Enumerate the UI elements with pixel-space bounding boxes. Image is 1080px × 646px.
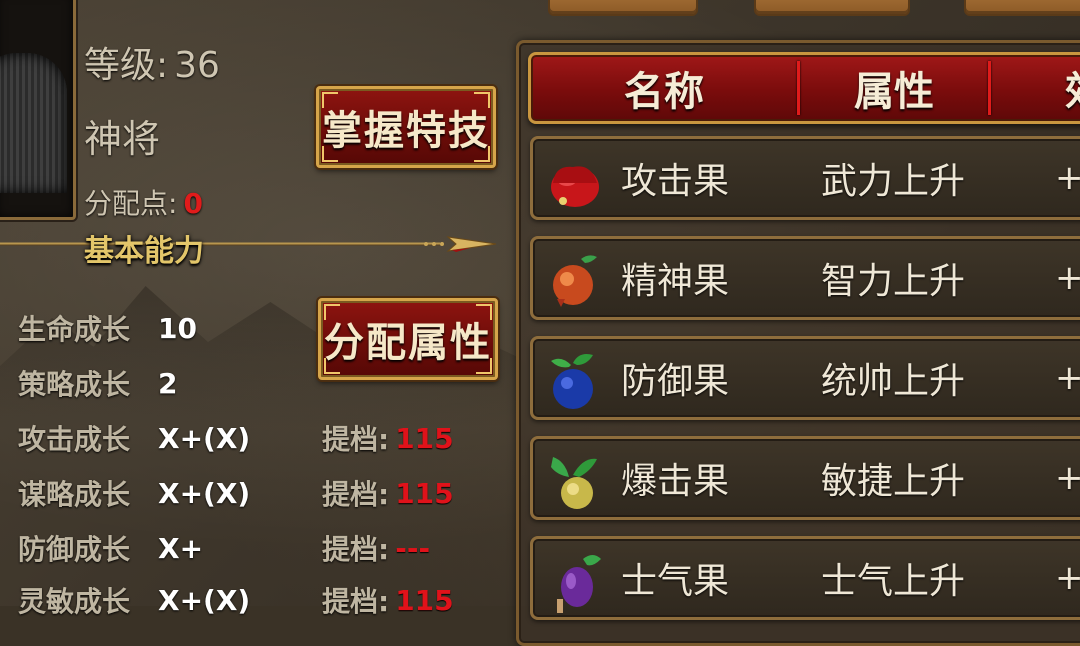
stat-label: 防御成长 xyxy=(18,533,131,566)
tier-value: 115 xyxy=(395,421,454,455)
stat-row-defense-growth: 防御成长 X+ xyxy=(18,528,203,568)
eggplant-icon xyxy=(557,555,601,613)
item-effect: +2 xyxy=(1055,458,1080,498)
tier-label: 提档: xyxy=(322,423,390,456)
item-effect: +2 xyxy=(1055,258,1080,298)
tier-value: --- xyxy=(395,531,431,565)
item-effect: +2 xyxy=(1055,358,1080,398)
item-attribute: 士气上升 xyxy=(821,561,966,602)
item-effect: +2 xyxy=(1055,558,1080,598)
master-skill-label: 掌握特技 xyxy=(322,108,490,154)
header-divider xyxy=(988,61,991,115)
corner-ornament xyxy=(324,358,340,374)
stat-label: 生命成长 xyxy=(18,313,131,346)
stat-row-agility-growth: 灵敏成长 X+(X) xyxy=(18,580,250,620)
table-header: 名称 属性 效 xyxy=(528,52,1080,124)
stat-row-attack-growth: 攻击成长 X+(X) xyxy=(18,418,250,458)
stat-value: X+(X) xyxy=(158,421,251,455)
yellow-fruit-icon xyxy=(551,457,597,509)
item-attribute: 敏捷上升 xyxy=(821,461,966,502)
master-skill-button[interactable]: 掌握特技 xyxy=(316,86,496,168)
stat-value: 10 xyxy=(158,311,197,345)
tier-label: 提档: xyxy=(322,533,390,566)
hero-armor-image xyxy=(0,53,67,193)
top-tab-button-3[interactable] xyxy=(964,0,1080,16)
item-row-crit-fruit[interactable]: 爆击果 敏捷上升 +2 xyxy=(530,436,1080,520)
corner-ornament xyxy=(476,358,492,374)
hero-level: 等级: 36 xyxy=(84,36,220,88)
corner-ornament xyxy=(474,146,490,162)
stat-label: 策略成长 xyxy=(18,368,131,401)
item-row-spirit-fruit[interactable]: 精神果 智力上升 +2 xyxy=(530,236,1080,320)
points-value: 0 xyxy=(183,187,203,220)
item-row-morale-fruit[interactable]: 士气果 士气上升 +2 xyxy=(530,536,1080,620)
section-title-basic-ability: 基本能力 xyxy=(84,234,204,269)
top-tab-button-1[interactable] xyxy=(548,0,698,16)
item-name: 士气果 xyxy=(621,561,730,602)
item-name: 精神果 xyxy=(621,261,730,302)
stat-value: 2 xyxy=(158,366,178,400)
corner-ornament xyxy=(322,92,338,108)
item-attribute: 武力上升 xyxy=(821,161,966,202)
hero-rank: 神将 xyxy=(84,117,161,161)
top-tab-button-2[interactable] xyxy=(754,0,910,16)
level-label: 等级: xyxy=(84,45,169,86)
tier-tactics: 提档: 115 xyxy=(322,473,454,513)
header-effect: 效 xyxy=(1065,55,1080,121)
corner-ornament xyxy=(322,146,338,162)
stat-row-strategy-growth: 策略成长 2 xyxy=(18,363,177,403)
allocation-points: 分配点: 0 xyxy=(84,182,203,222)
points-label: 分配点: xyxy=(84,187,178,220)
stat-label: 攻击成长 xyxy=(18,423,131,456)
tier-label: 提档: xyxy=(322,585,390,618)
stat-label: 灵敏成长 xyxy=(18,585,131,618)
allocate-attributes-button[interactable]: 分配属性 xyxy=(318,298,498,380)
item-row-attack-fruit[interactable]: 攻击果 武力上升 +2 xyxy=(530,136,1080,220)
item-row-defense-fruit[interactable]: 防御果 统帅上升 +2 xyxy=(530,336,1080,420)
stat-label: 谋略成长 xyxy=(18,478,131,511)
tier-attack: 提档: 115 xyxy=(322,418,454,458)
item-name: 防御果 xyxy=(621,361,730,402)
hero-portrait xyxy=(0,0,76,220)
allocate-attributes-label: 分配属性 xyxy=(324,320,492,366)
header-attribute: 属性 xyxy=(854,69,934,115)
red-fruit-icon xyxy=(551,166,599,207)
spear-divider-icon xyxy=(0,236,497,252)
item-name: 攻击果 xyxy=(621,161,730,202)
item-effect: +2 xyxy=(1055,158,1080,198)
item-name: 爆击果 xyxy=(621,461,730,502)
item-attribute: 智力上升 xyxy=(821,261,966,302)
stat-value: X+(X) xyxy=(158,583,251,617)
stat-row-hp-growth: 生命成长 10 xyxy=(18,308,197,348)
corner-ornament xyxy=(476,304,492,320)
tier-label: 提档: xyxy=(322,478,390,511)
tier-value: 115 xyxy=(395,476,454,510)
blue-fruit-icon xyxy=(551,354,593,409)
pomegranate-icon xyxy=(553,255,597,307)
tier-agility: 提档: 115 xyxy=(322,580,454,620)
level-value: 36 xyxy=(174,45,220,86)
corner-ornament xyxy=(324,304,340,320)
item-attribute: 统帅上升 xyxy=(821,361,966,402)
corner-ornament xyxy=(474,92,490,108)
stat-value: X+ xyxy=(158,531,204,565)
stat-row-tactics-growth: 谋略成长 X+(X) xyxy=(18,473,250,513)
stat-value: X+(X) xyxy=(158,476,251,510)
tier-value: 115 xyxy=(395,583,454,617)
tier-defense: 提档: --- xyxy=(322,528,430,568)
header-name: 名称 xyxy=(624,69,704,115)
